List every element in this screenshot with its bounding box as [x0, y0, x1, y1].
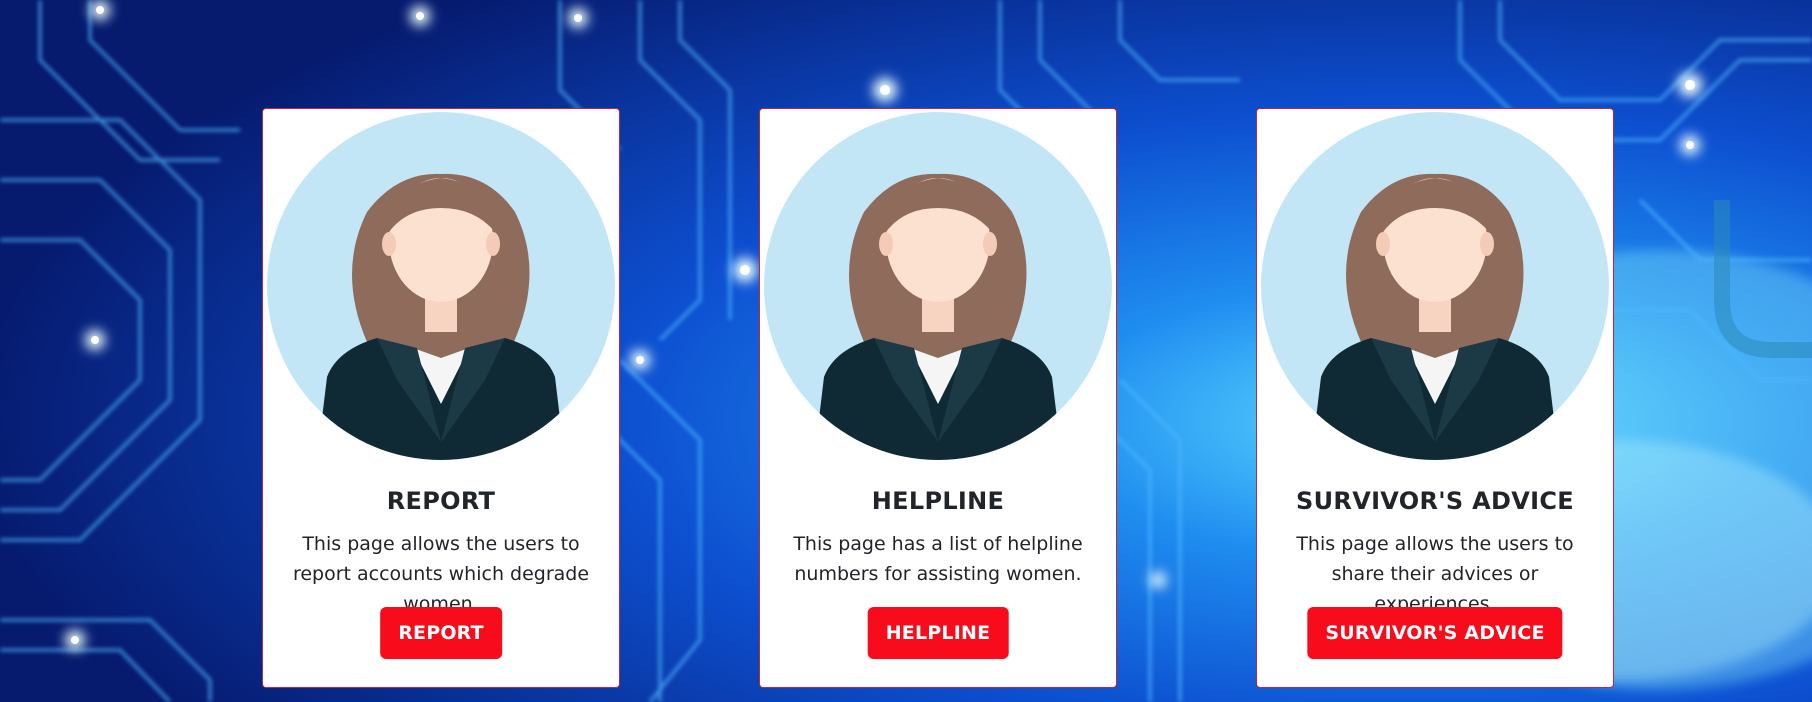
report-button[interactable]: REPORT	[380, 607, 502, 659]
feature-cards: REPORT This page allows the users to rep…	[0, 0, 1812, 702]
woman-avatar-icon	[1261, 112, 1609, 460]
card-description: This page has a list of helpline numbers…	[793, 533, 1083, 585]
survivors-advice-button[interactable]: SURVIVOR'S ADVICE	[1307, 607, 1563, 659]
woman-avatar-icon	[267, 112, 615, 460]
card-title: HELPLINE	[871, 487, 1005, 515]
survivors-advice-card: SURVIVOR'S ADVICE This page allows the u…	[1256, 108, 1614, 688]
card-description: This page allows the users to share thei…	[1296, 533, 1574, 615]
card-title: SURVIVOR'S ADVICE	[1296, 487, 1574, 515]
card-title: REPORT	[386, 487, 496, 515]
report-card: REPORT This page allows the users to rep…	[262, 108, 620, 688]
helpline-button[interactable]: HELPLINE	[867, 607, 1009, 659]
card-description: This page allows the users to report acc…	[292, 533, 590, 615]
woman-avatar-icon	[764, 112, 1112, 460]
helpline-card: HELPLINE This page has a list of helplin…	[759, 108, 1117, 688]
